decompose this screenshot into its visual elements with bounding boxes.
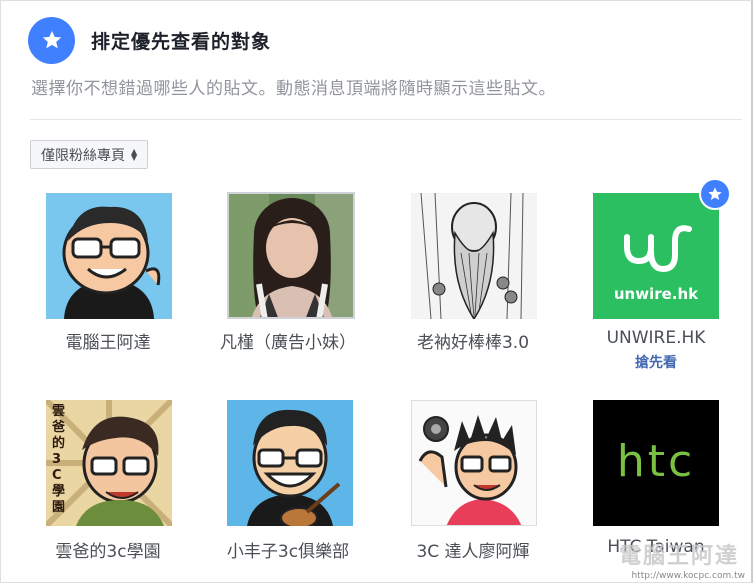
avatar	[411, 400, 537, 526]
filter-label: 僅限粉絲專頁	[41, 147, 125, 164]
avatar: 雲爸的3C學園	[46, 400, 172, 526]
page-name[interactable]: 凡槿（廣告小妹）	[198, 328, 378, 353]
page-name[interactable]: 雲爸的3c學園	[18, 537, 198, 562]
page-name[interactable]: 電腦王阿達	[18, 328, 198, 353]
avatar: unwire.hk	[593, 193, 719, 319]
star-icon	[28, 16, 75, 64]
avatar	[227, 192, 355, 319]
see-first-star-icon	[699, 178, 731, 210]
htc-logo-text: htc	[616, 436, 696, 487]
unwire-logo-text: unwire.hk	[613, 285, 699, 303]
header: 排定優先查看的對象	[28, 16, 271, 64]
divider	[30, 119, 742, 120]
description: 選擇你不想錯過哪些人的貼文。動態消息頂端將隨時顯示這些貼文。	[31, 79, 556, 99]
avatar	[411, 193, 537, 319]
sort-arrows-icon: ▲ ▼	[131, 146, 138, 162]
watermark-url: http://www.kocpc.com.tw	[631, 571, 745, 581]
page-name[interactable]: 小丰子3c俱樂部	[198, 537, 378, 562]
see-first-label[interactable]: 搶先看	[566, 352, 746, 372]
avatar-vertical-text: 雲爸的3C學園	[52, 404, 66, 515]
page-name[interactable]: 老衲好棒棒3.0	[383, 328, 563, 353]
avatar: htc	[593, 400, 719, 526]
avatar	[46, 193, 172, 319]
page-name[interactable]: UNWIRE.HK	[566, 328, 746, 348]
page-title: 排定優先查看的對象	[91, 30, 272, 53]
avatar	[227, 400, 353, 526]
page-name[interactable]: 3C 達人廖阿輝	[383, 537, 563, 562]
watermark-brand: 電腦王阿達	[618, 544, 739, 569]
filter-dropdown[interactable]: 僅限粉絲專頁 ▲ ▼	[30, 140, 149, 169]
